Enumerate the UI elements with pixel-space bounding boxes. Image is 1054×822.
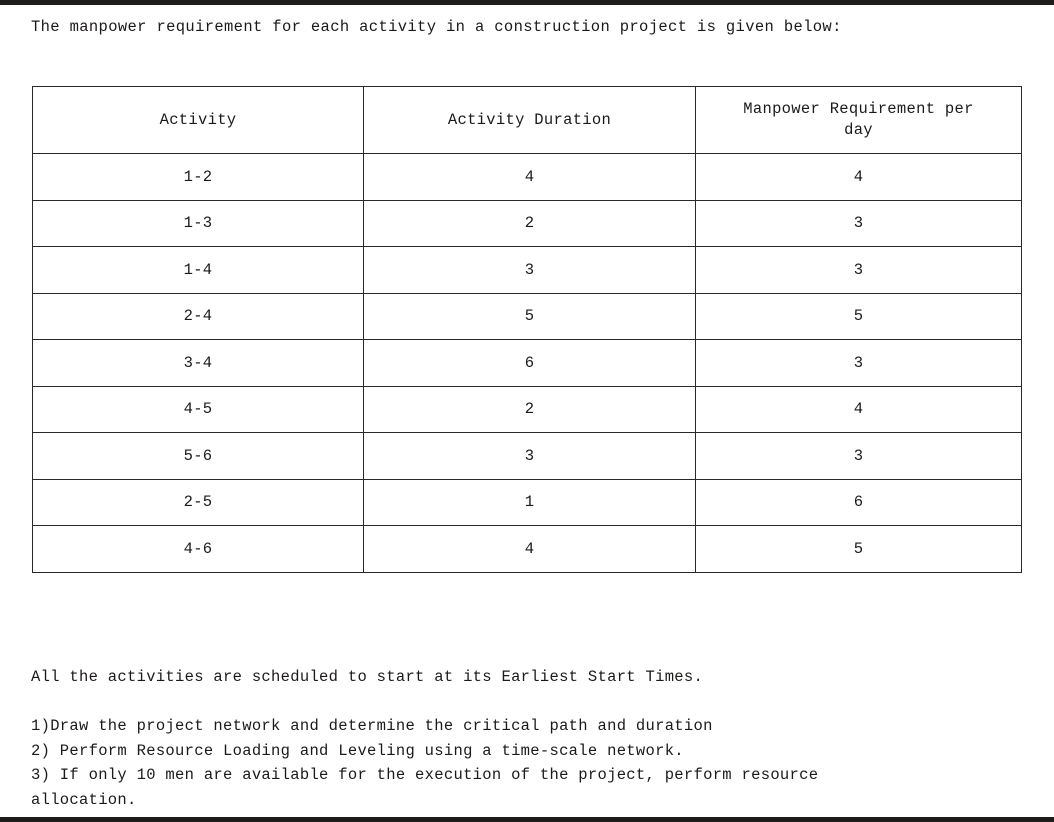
cell-duration: 3: [363, 246, 696, 294]
column-header-manpower-line-1: Manpower Requirement per: [743, 100, 974, 118]
cell-activity: 3-4: [32, 339, 364, 387]
cell-duration: 3: [363, 432, 696, 480]
notes-lead-text: All the activities are scheduled to star…: [31, 668, 704, 686]
table-row: 1-3 2 3: [32, 199, 1022, 247]
cell-activity: 1-4: [32, 246, 364, 294]
cell-manpower: 3: [695, 432, 1022, 480]
cell-manpower: 3: [695, 199, 1022, 247]
column-header-activity: Activity: [32, 86, 364, 154]
cell-manpower: 4: [695, 153, 1022, 201]
notes-spacer: [31, 689, 1021, 714]
cell-manpower: 5: [695, 525, 1022, 573]
table-row: 3-4 6 3: [32, 339, 1022, 387]
table-row: 2-5 1 6: [32, 478, 1022, 526]
cell-activity: 4-6: [32, 525, 364, 573]
cell-activity: 5-6: [32, 432, 364, 480]
document-page: The manpower requirement for each activi…: [0, 5, 1054, 817]
cell-duration: 1: [363, 478, 696, 526]
cell-activity: 1-3: [32, 199, 364, 247]
cell-duration: 2: [363, 385, 696, 433]
note-item-2: 2) Perform Resource Loading and Leveling…: [31, 741, 684, 760]
column-header-activity-duration: Activity Duration: [363, 86, 696, 154]
cell-activity: 4-5: [32, 385, 364, 433]
cell-manpower: 5: [695, 292, 1022, 340]
table-row: 5-6 3 3: [32, 432, 1022, 480]
cell-duration: 5: [363, 292, 696, 340]
cell-manpower: 6: [695, 478, 1022, 526]
cell-activity: 2-4: [32, 292, 364, 340]
intro-paragraph: The manpower requirement for each activi…: [31, 18, 842, 36]
column-header-manpower-line-2: day: [844, 121, 873, 139]
note-item-3-continued: allocation.: [31, 790, 137, 809]
manpower-requirement-table: Activity Activity Duration Manpower Requ…: [32, 86, 1022, 573]
column-header-manpower-requirement: Manpower Requirement per day: [695, 86, 1022, 154]
cell-duration: 6: [363, 339, 696, 387]
notes-section: All the activities are scheduled to star…: [31, 665, 1021, 812]
table-row: 2-4 5 5: [32, 292, 1022, 340]
bottom-edge-bar: [0, 817, 1054, 822]
cell-activity: 2-5: [32, 478, 364, 526]
table-header-row: Activity Activity Duration Manpower Requ…: [32, 86, 1022, 154]
note-item-3: 3) If only 10 men are available for the …: [31, 766, 819, 784]
table-header: Activity Activity Duration Manpower Requ…: [32, 86, 1022, 154]
cell-duration: 4: [363, 525, 696, 573]
table-row: 4-5 2 4: [32, 385, 1022, 433]
cell-manpower: 3: [695, 246, 1022, 294]
table-row: 1-4 3 3: [32, 246, 1022, 294]
table-row: 4-6 4 5: [32, 525, 1022, 573]
note-item-1: 1)Draw the project network and determine…: [31, 717, 713, 735]
table-body: 1-2 4 4 1-3 2 3 1-4 3 3 2-4 5 5 3-4 6 3 …: [32, 153, 1022, 573]
cell-manpower: 4: [695, 385, 1022, 433]
cell-manpower: 3: [695, 339, 1022, 387]
cell-duration: 4: [363, 153, 696, 201]
cell-duration: 2: [363, 199, 696, 247]
cell-activity: 1-2: [32, 153, 364, 201]
table-row: 1-2 4 4: [32, 153, 1022, 201]
